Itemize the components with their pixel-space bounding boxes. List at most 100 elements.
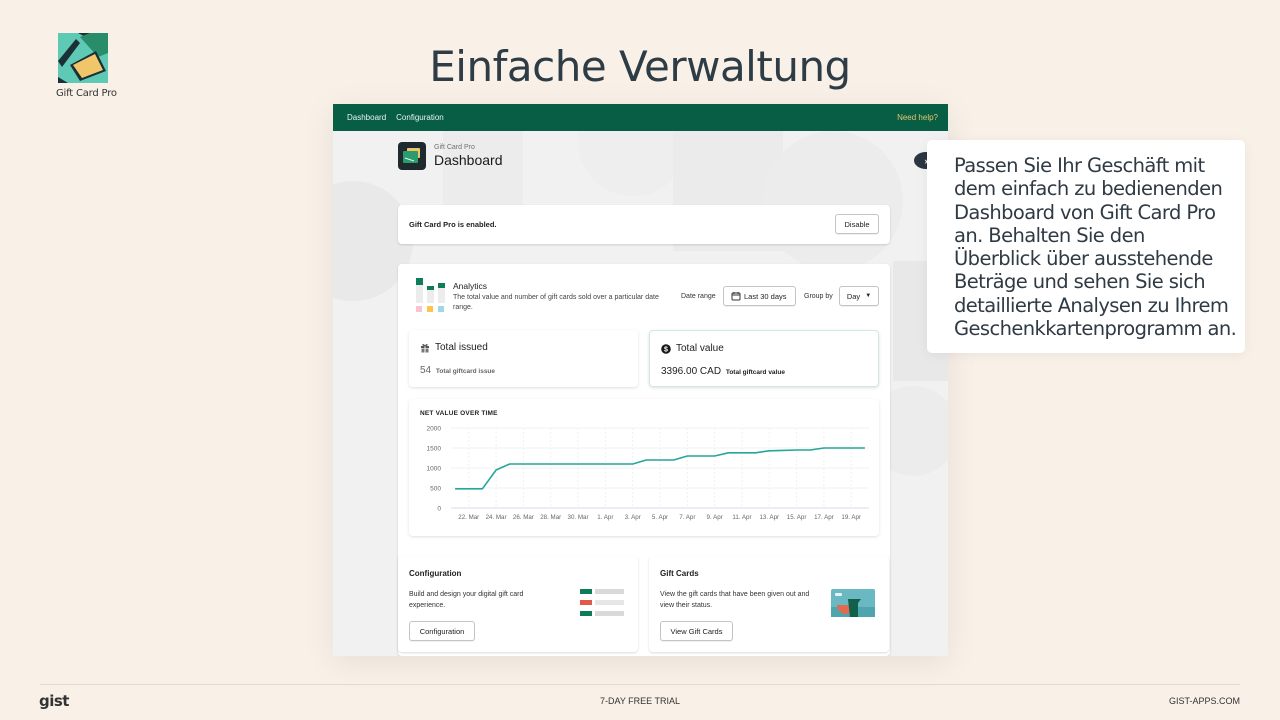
date-range-label: Date range [681, 293, 716, 300]
data-point [782, 450, 784, 452]
data-point [632, 463, 634, 465]
total-issued-card: Total issued 54 Total giftcard issue [409, 330, 638, 387]
gift-cards-card: Gift Cards View the gift cards that have… [649, 556, 889, 652]
net-value-chart-card: NET VALUE OVER TIME 0 500 1000 1500 2000 22. … [409, 399, 879, 536]
svg-text:$: $ [664, 346, 668, 353]
data-point [714, 455, 716, 457]
total-issued-title: Total issued [435, 342, 488, 353]
data-point [523, 463, 525, 465]
group-by-value: Day [846, 291, 861, 301]
x-tick-label: 5. Apr [652, 514, 668, 521]
chevron-down-icon: ▼ [865, 293, 872, 299]
x-tick-label: 15. Apr [787, 514, 807, 521]
page-subtitle: Gift Card Pro [434, 144, 475, 151]
data-point [659, 459, 661, 461]
page-title: Dashboard [434, 152, 503, 168]
data-point [755, 452, 757, 454]
date-range-picker[interactable]: Last 30 days [723, 286, 796, 306]
data-point [564, 463, 566, 465]
x-tick-label: 9. Apr [707, 514, 723, 521]
x-tick-label: 1. Apr [597, 514, 613, 521]
analytics-illustration [416, 278, 445, 312]
x-tick-label: 3. Apr [625, 514, 641, 521]
data-point [482, 488, 484, 490]
app-window: Dashboard Configuration Need help? Gift … [333, 104, 948, 656]
configuration-button[interactable]: Configuration [409, 621, 475, 641]
need-help-link[interactable]: Need help? [897, 113, 938, 122]
group-by-label: Group by [804, 293, 833, 300]
data-point [673, 459, 675, 461]
gift-card-illustration [831, 589, 875, 617]
total-issued-value: 54 [420, 365, 432, 376]
data-point [550, 463, 552, 465]
status-card: Gift Card Pro is enabled. Disable [398, 205, 890, 244]
data-point [796, 449, 798, 451]
gist-apps-link[interactable]: GIST-APPS.COM [1169, 696, 1240, 706]
configuration-title: Configuration [409, 569, 462, 578]
configuration-description: Build and design your digital gift card … [409, 591, 524, 609]
data-point [577, 463, 579, 465]
page-header: Gift Card Pro Dashboard [398, 142, 503, 170]
date-range-value: Last 30 days [744, 291, 787, 301]
data-point [741, 452, 743, 454]
data-point [605, 463, 607, 465]
data-point [509, 463, 511, 465]
data-point [687, 455, 689, 457]
x-tick-label: 24. Mar [486, 514, 507, 521]
x-tick-label: 11. Apr [732, 514, 751, 521]
data-point [728, 452, 730, 454]
dollar-circle-icon: $ [661, 343, 671, 354]
total-value-card: $ Total value 3396.00 CAD Total giftcard… [649, 330, 879, 387]
y-tick-label: 2000 [427, 426, 442, 433]
status-text: Gift Card Pro is enabled. [409, 220, 497, 229]
net-value-chart: 0 500 1000 1500 2000 22. Mar 24. Mar 26. Mar 28.… [427, 426, 869, 521]
y-tick-label: 500 [430, 486, 441, 493]
data-point [468, 488, 470, 490]
gift-cards-title: Gift Cards [660, 569, 699, 578]
y-tick-label: 1500 [427, 446, 442, 453]
disable-button[interactable]: Disable [835, 214, 879, 234]
y-tick-label: 0 [437, 506, 441, 513]
x-tick-label: 7. Apr [679, 514, 695, 521]
data-point [536, 463, 538, 465]
y-tick-label: 1000 [427, 466, 442, 473]
data-point [454, 488, 456, 490]
total-value-title: Total value [676, 343, 724, 354]
feature-callout-text: Passen Sie Ihr Geschäft mit dem einfach … [954, 154, 1237, 341]
x-tick-label: 26. Mar [513, 514, 534, 521]
data-point [591, 463, 593, 465]
total-issued-caption: Total giftcard issue [435, 368, 496, 375]
configuration-illustration [580, 589, 624, 616]
data-point [700, 455, 702, 457]
x-tick-label: 19. Apr [841, 514, 861, 521]
group-by-select[interactable]: Day ▼ [839, 286, 879, 306]
data-point [646, 459, 648, 461]
nav-configuration[interactable]: Configuration [396, 113, 444, 122]
analytics-title: Analytics [453, 281, 488, 291]
configuration-card: Configuration Build and design your digi… [398, 556, 638, 652]
app-icon [398, 142, 426, 170]
hero-title: Einfache Verwaltung [429, 42, 851, 91]
data-point [850, 447, 852, 449]
analytics-description: The total value and number of gift cards… [453, 294, 659, 311]
x-tick-label: 28. Mar [540, 514, 561, 521]
top-nav: Dashboard Configuration Need help? [333, 104, 948, 131]
view-gift-cards-button[interactable]: View Gift Cards [660, 621, 733, 641]
calendar-icon [731, 292, 741, 301]
free-trial-text[interactable]: 7-DAY FREE TRIAL [0, 696, 1280, 706]
wallet-icon [403, 148, 420, 163]
feature-callout: Passen Sie Ihr Geschäft mit dem einfach … [927, 140, 1245, 353]
data-point [823, 447, 825, 449]
x-tick-label: 30. Mar [568, 514, 589, 521]
footer-divider [40, 684, 1240, 685]
data-point [809, 449, 811, 451]
gift-icon [421, 343, 429, 353]
x-tick-label: 13. Apr [759, 514, 779, 521]
data-point [768, 450, 770, 452]
data-point [495, 469, 497, 471]
data-point [864, 447, 866, 449]
nav-dashboard[interactable]: Dashboard [347, 113, 386, 122]
data-point [618, 463, 620, 465]
x-tick-label: 17. Apr [814, 514, 834, 521]
total-value-value: 3396.00 CAD [661, 366, 722, 377]
